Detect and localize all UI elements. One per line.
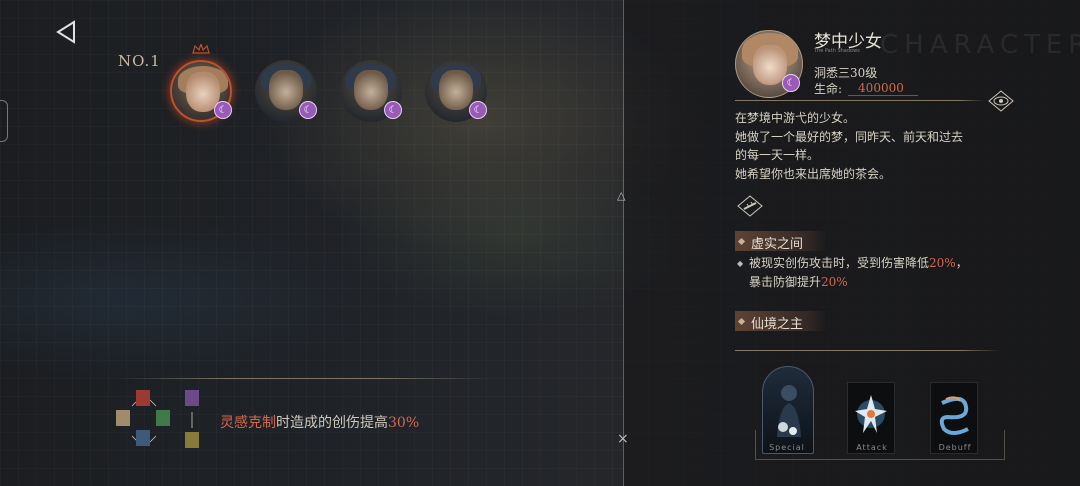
counter-text: 时造成的创伤提高 <box>276 415 388 431</box>
skill1-line2-text: 暴击防御提升 <box>749 274 822 289</box>
moon-icon: ☾ <box>384 101 402 119</box>
header-divider-line <box>735 100 985 101</box>
hp-row: 生命: 400000 <box>814 80 918 97</box>
description-line: 的每一天一样。 <box>735 148 820 162</box>
close-icon[interactable]: × <box>617 431 629 447</box>
counter-value: 30% <box>388 415 420 431</box>
counter-wheel-icon[interactable] <box>112 388 204 458</box>
portrait-face <box>354 70 388 110</box>
card-label: Attack <box>856 443 888 452</box>
card-art-swirl <box>939 396 969 435</box>
description-line: 在梦境中游弋的少女。 <box>735 111 856 125</box>
watermark: CHARACTER·INF <box>880 30 1080 60</box>
side-drawer-tab[interactable] <box>0 100 8 142</box>
skill-card-special[interactable]: Special <box>762 366 814 454</box>
counter-term: 灵感克制 <box>220 415 276 431</box>
counter-description: 灵感克制时造成的创伤提高30% <box>220 412 419 432</box>
expand-up-icon[interactable]: △ <box>617 189 625 202</box>
left-divider-line <box>118 378 488 379</box>
moon-icon: ☾ <box>299 101 317 119</box>
character-description: 在梦境中游弋的少女。 她做了一个最好的梦，同昨天、前天和过去 的每一天一样。 她… <box>735 109 1005 183</box>
card-label: Special <box>769 443 805 452</box>
character-subtitle: The Path Shadows <box>814 48 860 54</box>
skill-card-attack[interactable]: Attack <box>847 382 895 454</box>
hp-value: 400000 <box>848 81 918 96</box>
card-art-figure <box>777 385 801 437</box>
portrait-face <box>269 70 303 110</box>
skill1-line2-value: 20% <box>821 274 848 289</box>
portrait-face <box>439 70 473 110</box>
rank-label: NO.1 <box>118 52 161 70</box>
skill1-line1-value: 20% <box>929 256 956 270</box>
card-label: Debuff <box>938 443 972 452</box>
back-triangle-icon[interactable] <box>54 20 78 44</box>
skill1-description: ◆ 被现实创伤攻击时，受到伤害降低20%， 暴击防御提升20% <box>737 254 968 291</box>
bullet-diamond-icon: ◆ <box>737 258 744 268</box>
crown-icon <box>192 44 210 54</box>
card-art-burst <box>855 395 887 433</box>
skill1-header: 虚实之间 <box>735 231 827 252</box>
skill2-header: 仙境之主 <box>735 311 827 332</box>
skill1-line1-text: 被现实创伤攻击时，受到伤害降低 <box>749 256 930 270</box>
panel-divider <box>623 0 624 486</box>
cards-divider-line <box>735 350 1000 351</box>
moon-icon: ☾ <box>469 101 487 119</box>
hp-label: 生命: <box>814 82 843 96</box>
description-line: 她做了一个最好的梦，同昨天、前天和过去 <box>735 129 964 144</box>
ruler-icon <box>737 195 763 217</box>
skill1-line1-end: ， <box>955 256 968 270</box>
moon-icon: ☾ <box>214 101 232 119</box>
description-line: 她希望你也来出席她的茶会。 <box>735 166 892 181</box>
moon-icon: ☾ <box>782 74 800 92</box>
character-level: 洞悉三30级 <box>814 66 878 80</box>
skill-card-debuff[interactable]: Debuff <box>930 382 978 454</box>
